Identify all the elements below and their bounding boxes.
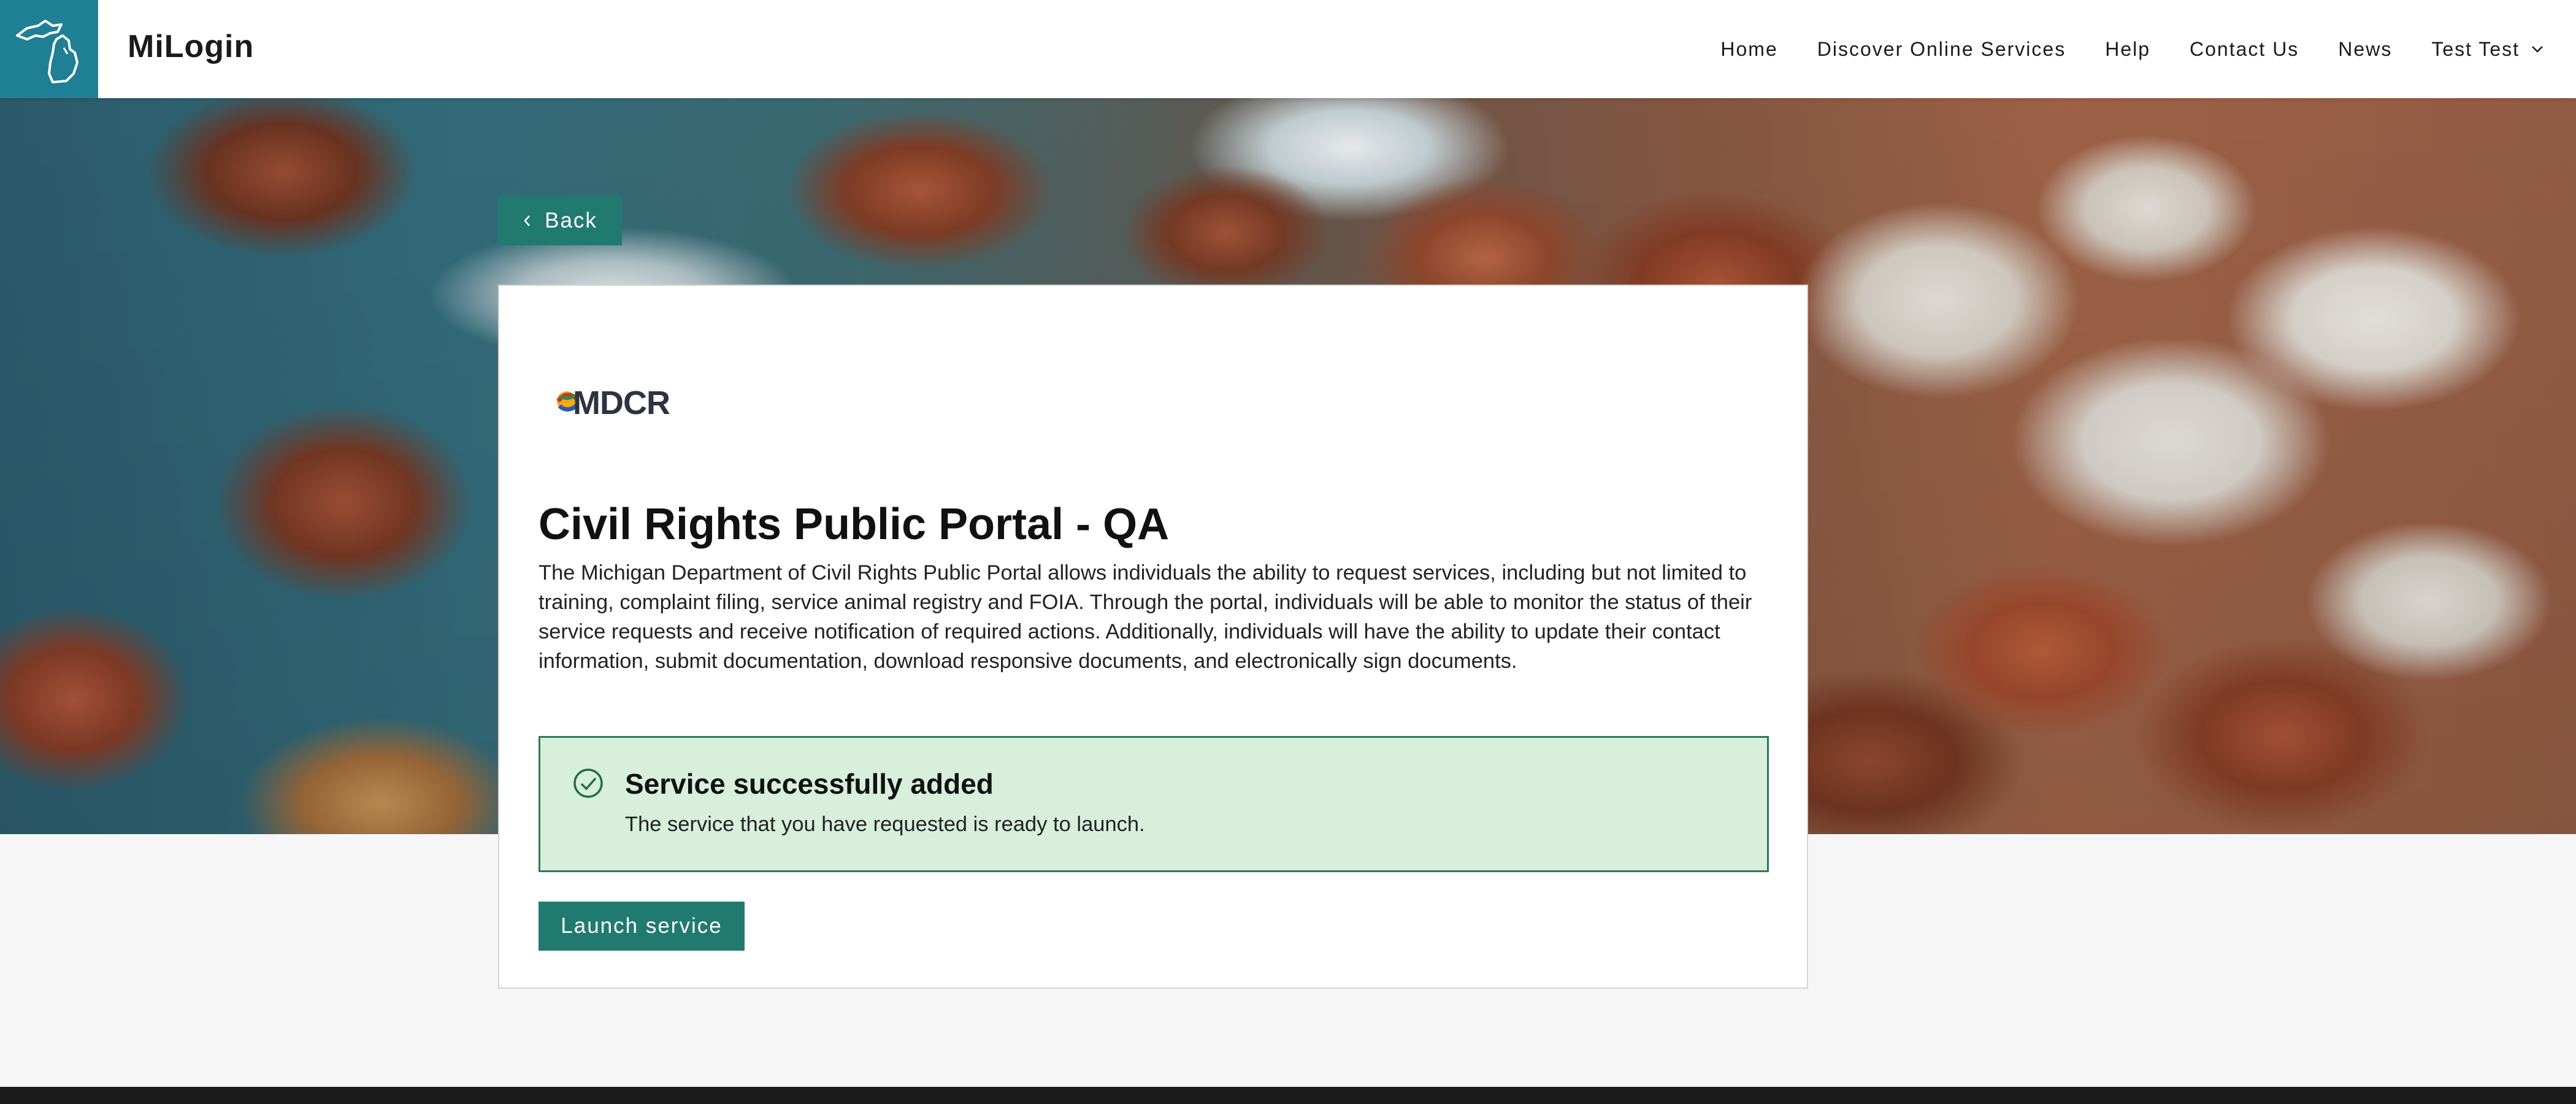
chevron-down-icon	[2532, 46, 2543, 53]
user-menu-label: Test Test	[2431, 37, 2520, 60]
alert-title: Service successfully added	[625, 768, 994, 800]
footer-bar	[0, 1087, 2576, 1104]
main-nav: Home Discover Online Services Help Conta…	[1720, 0, 2544, 98]
chevron-left-icon	[524, 215, 531, 226]
launch-service-button[interactable]: Launch service	[539, 902, 745, 951]
back-button[interactable]: Back	[498, 196, 622, 245]
nav-discover-online-services[interactable]: Discover Online Services	[1817, 38, 2066, 61]
nav-help[interactable]: Help	[2105, 38, 2150, 61]
michigan-map-icon	[16, 20, 79, 83]
user-menu[interactable]: Test Test	[2431, 38, 2544, 61]
alert-message: The service that you have requested is r…	[625, 813, 1145, 836]
top-navigation-bar: MiLogin Home Discover Online Services He…	[0, 0, 2576, 98]
site-brand[interactable]: MiLogin	[128, 28, 254, 65]
agency-logo: MDCR	[552, 377, 681, 426]
portal-description: The Michigan Department of Civil Rights …	[539, 561, 1752, 673]
nav-news[interactable]: News	[2338, 38, 2392, 61]
nav-home[interactable]: Home	[1720, 38, 1777, 61]
success-alert: Service successfully added The service t…	[539, 736, 1769, 872]
back-button-label: Back	[545, 209, 597, 232]
page-title: Civil Rights Public Portal - QA	[539, 500, 1170, 549]
nav-contact-us[interactable]: Contact Us	[2190, 38, 2299, 61]
michigan-logo[interactable]	[0, 0, 98, 98]
check-circle-icon	[573, 769, 603, 798]
service-card: MDCR Civil Rights Public Portal - QA The…	[498, 285, 1808, 989]
agency-logo-text: MDCR	[573, 385, 670, 421]
